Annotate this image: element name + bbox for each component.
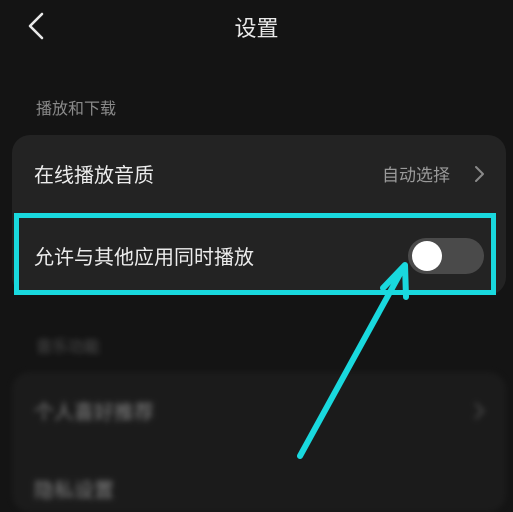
personal-row-1[interactable]: 个人喜好推荐 [12,372,506,450]
quality-row[interactable]: 在线播放音质 自动选择 [12,135,506,213]
quality-label: 在线播放音质 [34,163,154,187]
personal-row-2[interactable]: 隐私设置 [12,450,506,512]
section-label-playback: 播放和下载 [36,99,117,118]
personal-row-1-label: 个人喜好推荐 [34,400,154,424]
personal-card: 个人喜好推荐 隐私设置 [12,372,506,512]
highlight-box [14,213,496,295]
chevron-right-icon [475,166,484,182]
nav-bar: 设置 [0,0,513,56]
quality-value: 自动选择 [382,166,450,186]
section-label-personal: 音乐功能 [36,337,101,356]
personal-row-2-label: 隐私设置 [34,478,114,502]
page-title: 设置 [234,17,279,42]
chevron-right-icon [475,403,484,419]
